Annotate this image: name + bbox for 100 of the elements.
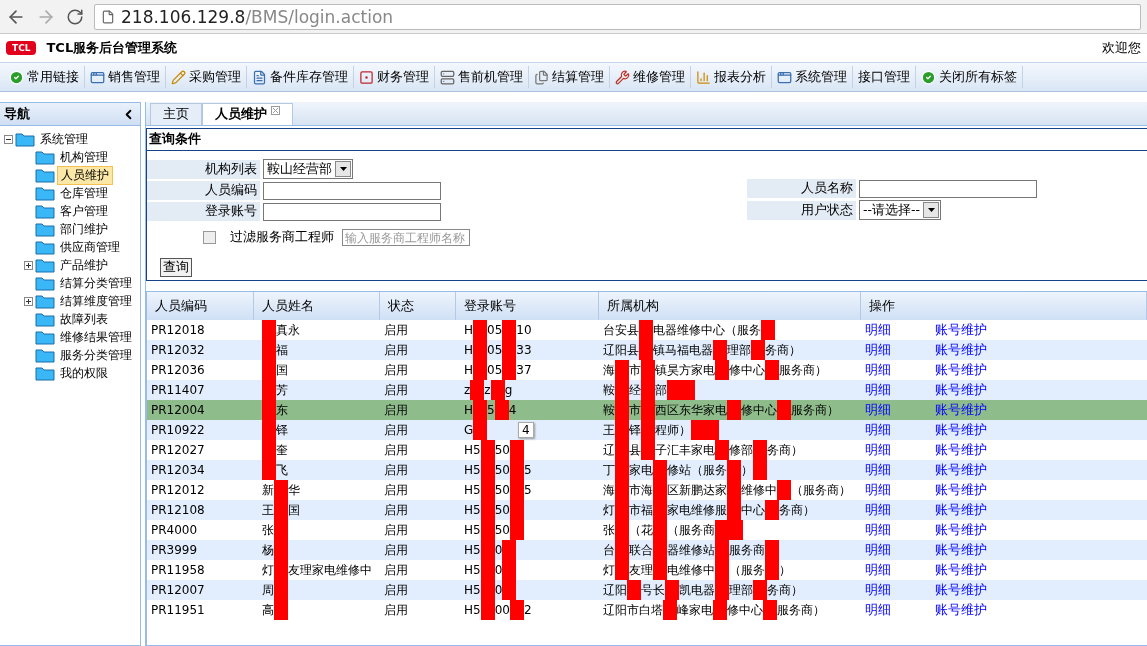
input-field[interactable] (263, 202, 441, 221)
tree-item[interactable]: 仓库管理 (57, 184, 111, 202)
folder-icon (35, 293, 55, 309)
table-row[interactable]: PR12007 周 启用 H5 0 辽阳 号长 凯电器 理部 务商） 明细 账号维护 (147, 580, 1147, 600)
table-cell-text: 启用 (383, 501, 409, 519)
tree-item[interactable]: 供应商管理 (57, 238, 123, 256)
tree-item[interactable]: 结算维度管理 (57, 292, 135, 310)
action-link[interactable]: 账号维护 (935, 341, 1005, 359)
tree-item[interactable]: 结算分类管理 (57, 274, 135, 292)
action-link[interactable]: 账号维护 (935, 521, 1005, 539)
menu-item[interactable]: 常用链接 (4, 66, 85, 88)
cell-text: G (464, 423, 474, 437)
tab[interactable]: 人员维护 (202, 103, 293, 125)
action-link[interactable]: 账号维护 (935, 421, 1005, 439)
tree-item[interactable]: 系统管理 (37, 130, 91, 148)
action-link[interactable]: 账号维护 (935, 601, 1005, 619)
cell-text: 真永 (276, 321, 300, 339)
cell-text: 修部 (729, 441, 753, 459)
input-field[interactable] (859, 179, 1037, 198)
action-link[interactable]: 账号维护 (935, 541, 1005, 559)
redaction-mark (509, 600, 524, 620)
cell-text: 周 (262, 581, 274, 599)
table-row[interactable]: PR10922 铎 启用 G 4 王 铎 程师） 明细 账号维护 (147, 420, 1147, 440)
tree-item[interactable]: 维修结果管理 (57, 328, 135, 346)
cell-text: 友理家电维修中 (288, 561, 372, 579)
expand-icon[interactable] (24, 260, 33, 270)
query-button[interactable]: 查询 (160, 258, 192, 277)
action-link[interactable]: 明细 (865, 321, 935, 339)
menu-item[interactable]: 结算管理 (529, 66, 610, 88)
cell-text: 王 (262, 501, 274, 519)
action-link[interactable]: 明细 (865, 461, 935, 479)
tree-item[interactable]: 机构管理 (57, 148, 111, 166)
menu-item[interactable]: 备件库存管理 (247, 66, 354, 88)
action-link[interactable]: 账号维护 (935, 401, 1005, 419)
action-link[interactable]: 明细 (865, 341, 935, 359)
action-link[interactable]: 明细 (865, 421, 935, 439)
cell-text: 0 (494, 583, 503, 597)
checkbox[interactable] (203, 231, 216, 244)
table-row[interactable]: PR12108 王 国 启用 H5 50 灯 市福 家电维修服 中心 务商） 明细 账号维护 (147, 500, 1147, 520)
action-link[interactable]: 明细 (865, 381, 935, 399)
action-link[interactable]: 明细 (865, 441, 935, 459)
action-link[interactable]: 明细 (865, 561, 935, 579)
action-link[interactable]: 账号维护 (935, 581, 1005, 599)
welcome-text: 欢迎您 (1102, 39, 1141, 57)
action-link[interactable]: 账号维护 (935, 441, 1005, 459)
sidebar-title: 导航 (4, 105, 30, 123)
close-icon[interactable] (271, 106, 280, 115)
cell-text: 辽阳县 (603, 341, 639, 359)
action-link[interactable]: 账号维护 (935, 381, 1005, 399)
address-bar[interactable]: 218.106.129.8/BMS/login.action (94, 3, 1141, 30)
menu-item[interactable]: 报表分析 (691, 66, 772, 88)
action-link[interactable]: 明细 (865, 521, 935, 539)
expand-icon[interactable] (24, 296, 33, 306)
tab[interactable]: 主页 (150, 103, 202, 125)
tree-item[interactable]: 客户管理 (57, 202, 111, 220)
menu-item[interactable]: 系统管理 (772, 66, 853, 88)
action-link[interactable]: 明细 (865, 601, 935, 619)
action-link[interactable]: 账号维护 (935, 461, 1005, 479)
collapse-icon[interactable] (4, 134, 13, 144)
tree-item[interactable]: 部门维护 (57, 220, 111, 238)
input-field[interactable] (263, 181, 441, 200)
cell-text: 辽阳市白塔 (603, 601, 663, 619)
cell-text: 4 (508, 403, 517, 417)
cell-text: 部 (655, 381, 667, 399)
menu-item[interactable]: 销售管理 (85, 66, 166, 88)
tree-item[interactable]: 我的权限 (57, 364, 111, 382)
action-link[interactable]: 账号维护 (935, 481, 1005, 499)
action-link[interactable]: 明细 (865, 541, 935, 559)
table-cell-text: PR12018 (150, 322, 206, 339)
select-field[interactable]: --请选择-- (859, 200, 942, 220)
action-link[interactable]: 明细 (865, 581, 935, 599)
action-link[interactable]: 明细 (865, 481, 935, 499)
tree-item[interactable]: 故障列表 (57, 310, 111, 328)
redaction-mark (473, 420, 488, 440)
action-link[interactable]: 明细 (865, 361, 935, 379)
input-field[interactable]: 输入服务商工程师名称 (342, 229, 470, 246)
action-link[interactable]: 账号维护 (935, 321, 1005, 339)
menu-item[interactable]: 售前机管理 (435, 66, 529, 88)
table-row[interactable]: PR12004 东 启用 H 5 4 鞍 市 西区东华家电 修中心 服务商） 明细 账号维护 (147, 400, 1147, 420)
menu-item[interactable]: 接口管理 (853, 66, 916, 88)
tree-item[interactable]: 人员维护 (57, 165, 113, 185)
reload-icon[interactable] (66, 7, 84, 26)
tree-item[interactable]: 服务分类管理 (57, 346, 135, 364)
cell-text: 理部 (729, 581, 753, 599)
select-field[interactable]: 鞍山经营部 (263, 159, 353, 179)
table-row[interactable]: PR12032 福 启用 H 05 33 辽阳县 镇马福电器 理部 务商） 明细 账号维护 (147, 340, 1147, 360)
action-link[interactable]: 账号维护 (935, 501, 1005, 519)
action-link[interactable]: 明细 (865, 401, 935, 419)
menu-item[interactable]: 采购管理 (166, 66, 247, 88)
menu-item[interactable]: 关闭所有标签 (916, 66, 1023, 88)
cell-text: 海 (603, 361, 615, 379)
table-row[interactable]: PR12034 飞 启用 H5 50 5 丁 家电 修站（服务 ） 明细 账号维护 (147, 460, 1147, 480)
action-link[interactable]: 账号维护 (935, 561, 1005, 579)
action-link[interactable]: 明细 (865, 501, 935, 519)
table-row[interactable]: PR3999 杨 启用 H5 0 台 联合 器维修站 服务商 明细 账号维护 (147, 540, 1147, 560)
menu-item[interactable]: 财务管理 (354, 66, 435, 88)
action-link[interactable]: 账号维护 (935, 361, 1005, 379)
tree-item[interactable]: 产品维护 (57, 256, 111, 274)
table-row[interactable]: PR11407 芳 启用 z z g 鞍 经 部 明细 账号维护 (147, 380, 1147, 400)
menu-item[interactable]: 维修管理 (610, 66, 691, 88)
